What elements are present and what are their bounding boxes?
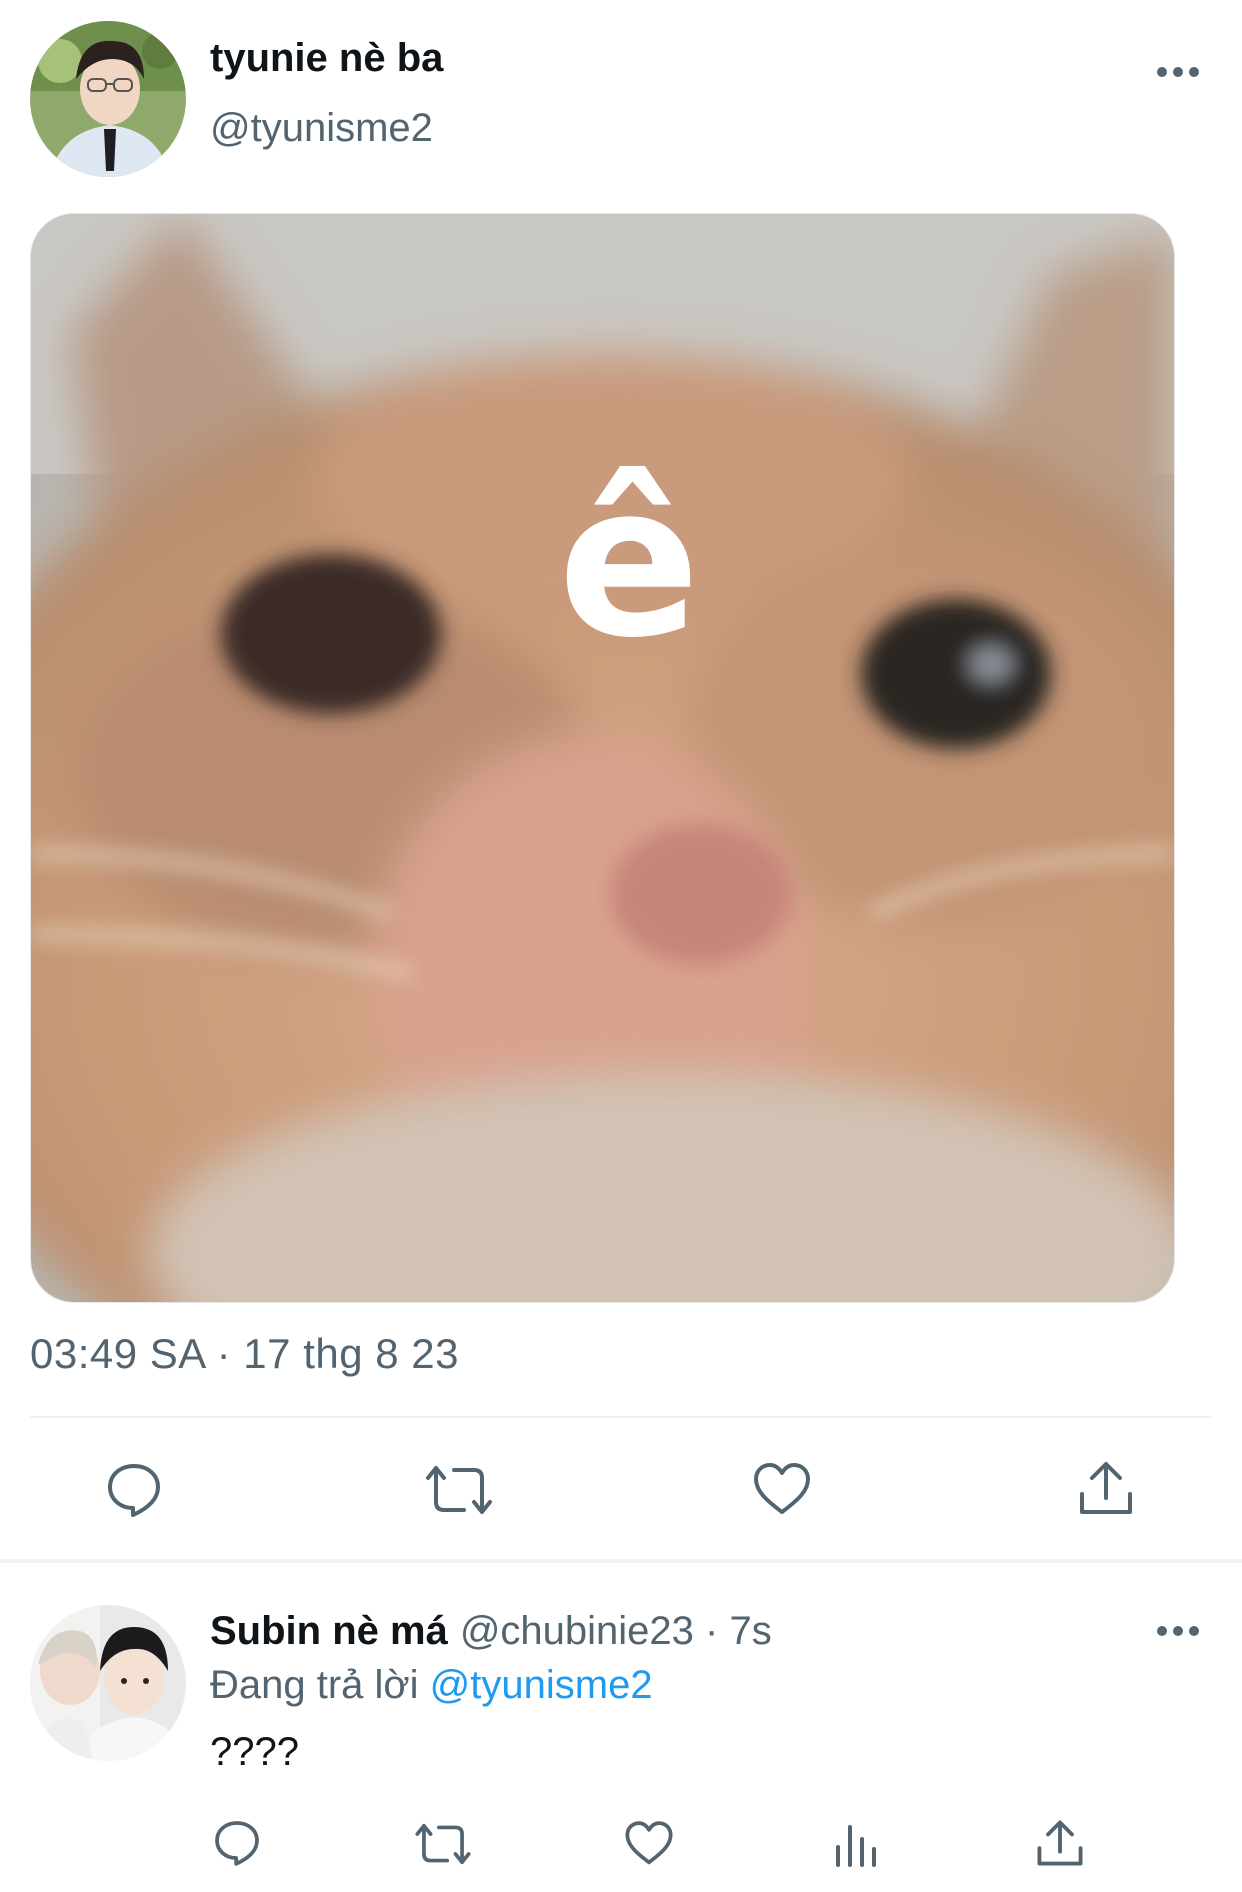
author-display-name[interactable]: tyunie nè ba: [210, 36, 443, 81]
reply-author-display-name[interactable]: Subin nè má: [210, 1609, 448, 1653]
more-options-icon[interactable]: [1150, 52, 1210, 92]
author-handle[interactable]: @tyunisme2: [210, 106, 433, 151]
reply-author-handle-time[interactable]: @chubinie23 · 7s: [460, 1609, 772, 1653]
reply-analytics-icon[interactable]: [832, 1821, 880, 1869]
reply-share-icon[interactable]: [1036, 1817, 1084, 1869]
author-avatar[interactable]: [30, 21, 186, 177]
main-tweet: tyunie nè ba @tyunisme2 ê 03:49 SA · 17 …: [0, 0, 1242, 1560]
reply-author-header[interactable]: Subin nè má @chubinie23 · 7s: [210, 1609, 772, 1654]
divider: [30, 1416, 1212, 1418]
share-icon[interactable]: [1078, 1458, 1134, 1518]
like-icon[interactable]: [752, 1460, 812, 1520]
tweet-media-image[interactable]: ê: [30, 213, 1175, 1303]
replying-to-line: Đang trả lời @tyunisme2: [210, 1663, 653, 1708]
reply-icon[interactable]: [104, 1460, 164, 1520]
reply-tweet[interactable]: Subin nè má @chubinie23 · 7s Đang trả lời…: [0, 1563, 1242, 1892]
replying-to-mention[interactable]: @tyunisme2: [430, 1663, 653, 1707]
retweet-icon[interactable]: [424, 1460, 494, 1520]
reply-reply-icon[interactable]: [212, 1818, 262, 1868]
reply-more-options-icon[interactable]: [1150, 1611, 1210, 1651]
replying-to-prefix: Đang trả lời: [210, 1663, 419, 1707]
media-overlay-text: ê: [558, 439, 700, 684]
reply-like-icon[interactable]: [624, 1819, 674, 1869]
reply-text: ????: [210, 1730, 299, 1774]
reply-retweet-icon[interactable]: [414, 1819, 472, 1869]
tweet-timestamp[interactable]: 03:49 SA · 17 thg 8 23: [30, 1330, 459, 1378]
reply-author-avatar[interactable]: [30, 1605, 186, 1761]
